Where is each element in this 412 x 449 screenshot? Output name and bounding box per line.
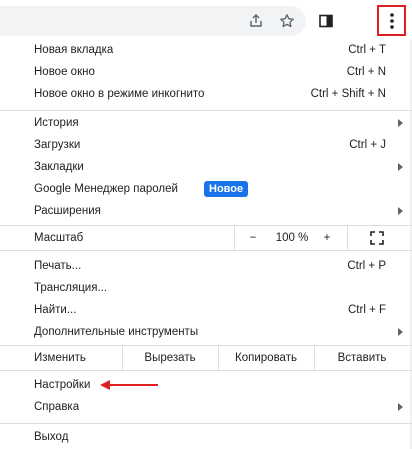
zoom-divider (347, 226, 348, 250)
menu-item-label: Загрузки (34, 139, 81, 151)
menu-item-extensions[interactable]: Расширения (0, 200, 412, 222)
menu-item-cast[interactable]: Трансляция... (0, 277, 412, 299)
zoom-divider (234, 226, 235, 250)
menu-item-find[interactable]: Найти... Ctrl + F (0, 299, 412, 321)
menu-item-shortcut: Ctrl + N (346, 66, 386, 78)
menu-item-label: Google Менеджер паролей (34, 183, 178, 195)
menu-item-more-tools[interactable]: Дополнительные инструменты (0, 321, 412, 343)
edit-label: Изменить (34, 352, 86, 364)
menu-item-shortcut: Ctrl + Shift + N (310, 88, 386, 100)
menu-separator (0, 423, 412, 424)
menu-item-label: История (34, 117, 79, 129)
menu-item-label: Справка (34, 401, 80, 413)
submenu-arrow-icon (398, 163, 403, 171)
menu-item-label: Закладки (34, 161, 84, 173)
fullscreen-icon[interactable] (370, 231, 384, 248)
menu-item-new-window[interactable]: Новое окно Ctrl + N (0, 61, 412, 83)
edit-row: Изменить Вырезать Копировать Вставить (0, 346, 412, 370)
menu-item-label: Выход (34, 431, 69, 443)
annotation-arrow-icon (100, 380, 158, 390)
chrome-menu-button[interactable] (377, 5, 406, 36)
menu-item-label: Настройки (34, 379, 91, 391)
menu-item-password-manager[interactable]: Google Менеджер паролей Новое (0, 178, 412, 200)
menu-item-label: Новая вкладка (34, 44, 114, 56)
menu-item-label: Найти... (34, 304, 77, 316)
menu-item-label: Расширения (34, 205, 101, 217)
menu-item-label: Трансляция... (34, 282, 108, 294)
menu-item-shortcut: Ctrl + J (349, 139, 386, 151)
copy-button[interactable]: Копировать (218, 346, 314, 370)
menu-item-downloads[interactable]: Загрузки Ctrl + J (0, 134, 412, 156)
menu-item-settings[interactable]: Настройки (0, 374, 412, 396)
zoom-row: Масштаб − 100 % + (0, 226, 412, 250)
menu-item-shortcut: Ctrl + P (347, 260, 386, 272)
paste-button[interactable]: Вставить (314, 346, 410, 370)
menu-separator (0, 250, 412, 251)
menu-item-new-tab[interactable]: Новая вкладка Ctrl + T (0, 39, 412, 61)
zoom-in-button[interactable]: + (320, 232, 334, 244)
cut-button[interactable]: Вырезать (122, 346, 218, 370)
menu-separator (0, 370, 412, 371)
menu-item-print[interactable]: Печать... Ctrl + P (0, 255, 412, 277)
menu-item-label: Дополнительные инструменты (34, 326, 199, 338)
submenu-arrow-icon (398, 403, 403, 411)
zoom-label: Масштаб (34, 232, 84, 244)
menu-item-label: Новое окно в режиме инкогнито (34, 88, 205, 100)
zoom-level: 100 % (275, 232, 309, 244)
menu-item-shortcut: Ctrl + T (348, 44, 386, 56)
share-icon[interactable] (245, 10, 267, 32)
three-dots-vertical-icon (389, 12, 394, 29)
menu-item-exit[interactable]: Выход (0, 426, 412, 448)
side-panel-icon[interactable] (315, 10, 337, 32)
submenu-arrow-icon (398, 119, 403, 127)
menu-item-label: Новое окно (34, 66, 95, 78)
menu-item-incognito[interactable]: Новое окно в режиме инкогнито Ctrl + Shi… (0, 83, 412, 105)
submenu-arrow-icon (398, 207, 403, 215)
menu-item-bookmarks[interactable]: Закладки (0, 156, 412, 178)
zoom-out-button[interactable]: − (246, 232, 260, 244)
menu-item-history[interactable]: История (0, 112, 412, 134)
menu-item-help[interactable]: Справка (0, 396, 412, 418)
menu-item-label: Печать... (34, 260, 82, 272)
new-badge: Новое (204, 181, 249, 197)
star-bookmark-icon[interactable] (276, 10, 298, 32)
browser-toolbar (0, 0, 412, 40)
menu-item-shortcut: Ctrl + F (347, 304, 386, 316)
menu-separator (0, 110, 412, 111)
submenu-arrow-icon (398, 328, 403, 336)
